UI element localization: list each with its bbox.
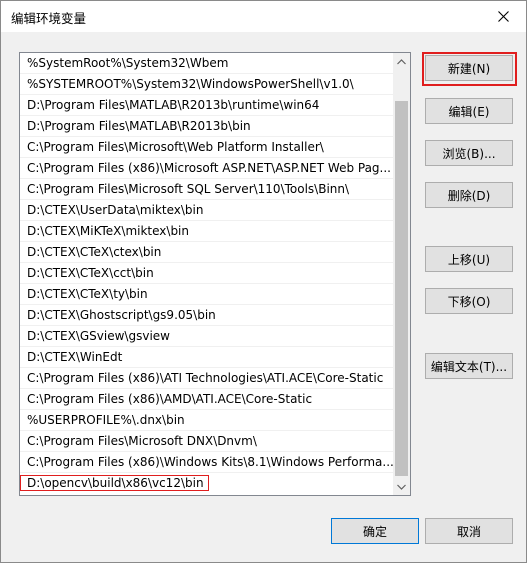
move-down-button[interactable]: 下移(O)	[425, 288, 513, 314]
list-item[interactable]: %SystemRoot%\System32\Wbem	[20, 53, 394, 74]
list-item[interactable]: C:\Program Files (x86)\Windows Kits\8.1\…	[20, 452, 394, 473]
scroll-down-button[interactable]	[393, 478, 410, 495]
window-title: 编辑环境变量	[11, 11, 87, 26]
list-item[interactable]: D:\CTEX\CTeX\cct\bin	[20, 263, 394, 284]
chevron-up-icon	[397, 58, 406, 64]
list-item[interactable]: C:\Program Files (x86)\ATI Technologies\…	[20, 368, 394, 389]
list-item[interactable]: C:\Program Files\Microsoft\Web Platform …	[20, 137, 394, 158]
list-item[interactable]: D:\Program Files\MATLAB\R2013b\bin	[20, 116, 394, 137]
delete-button[interactable]: 删除(D)	[425, 182, 513, 208]
close-button[interactable]	[480, 1, 526, 32]
list-item[interactable]: D:\CTEX\Ghostscript\gs9.05\bin	[20, 305, 394, 326]
chevron-down-icon	[397, 484, 406, 490]
list-item[interactable]: D:\Program Files\MATLAB\R2013b\runtime\w…	[20, 95, 394, 116]
list-item[interactable]: D:\CTEX\CTeX\ty\bin	[20, 284, 394, 305]
edit-button[interactable]: 编辑(E)	[425, 98, 513, 124]
new-button[interactable]: 新建(N)	[425, 55, 513, 81]
path-edit-field[interactable]: D:\opencv\build\x86\vc12\bin	[20, 475, 209, 491]
list-item[interactable]: C:\Program Files\Microsoft DNX\Dnvm\	[20, 431, 394, 452]
move-up-button[interactable]: 上移(U)	[425, 246, 513, 272]
list-item[interactable]: %USERPROFILE%\.dnx\bin	[20, 410, 394, 431]
close-icon	[497, 11, 509, 22]
list-item[interactable]: C:\Program Files\Microsoft SQL Server\11…	[20, 179, 394, 200]
browse-button[interactable]: 浏览(B)...	[425, 140, 513, 166]
title-bar: 编辑环境变量	[1, 1, 526, 32]
list-item[interactable]: C:\Program Files (x86)\AMD\ATI.ACE\Core-…	[20, 389, 394, 410]
list-item-editing[interactable]: D:\opencv\build\x86\vc12\bin	[20, 473, 394, 494]
list-item[interactable]: D:\CTEX\MiKTeX\miktex\bin	[20, 221, 394, 242]
list-item[interactable]: %SYSTEMROOT%\System32\WindowsPowerShell\…	[20, 74, 394, 95]
vertical-scrollbar[interactable]	[393, 53, 410, 495]
scroll-thumb[interactable]	[395, 101, 408, 476]
ok-button[interactable]: 确定	[331, 518, 419, 544]
cancel-button[interactable]: 取消	[425, 518, 513, 544]
list-item[interactable]: D:\CTEX\WinEdt	[20, 347, 394, 368]
list-item[interactable]: D:\CTEX\UserData\miktex\bin	[20, 200, 394, 221]
list-item[interactable]: D:\CTEX\CTeX\ctex\bin	[20, 242, 394, 263]
edit-env-var-dialog: 编辑环境变量 %SystemRoot%\System32\Wbem %SYSTE…	[0, 0, 527, 563]
list-item[interactable]: C:\Program Files (x86)\Microsoft ASP.NET…	[20, 158, 394, 179]
path-listbox[interactable]: %SystemRoot%\System32\Wbem %SYSTEMROOT%\…	[19, 52, 411, 496]
path-list[interactable]: %SystemRoot%\System32\Wbem %SYSTEMROOT%\…	[20, 53, 394, 495]
list-item[interactable]: D:\CTEX\GSview\gsview	[20, 326, 394, 347]
edit-text-button[interactable]: 编辑文本(T)...	[425, 353, 513, 379]
scroll-up-button[interactable]	[393, 53, 410, 70]
